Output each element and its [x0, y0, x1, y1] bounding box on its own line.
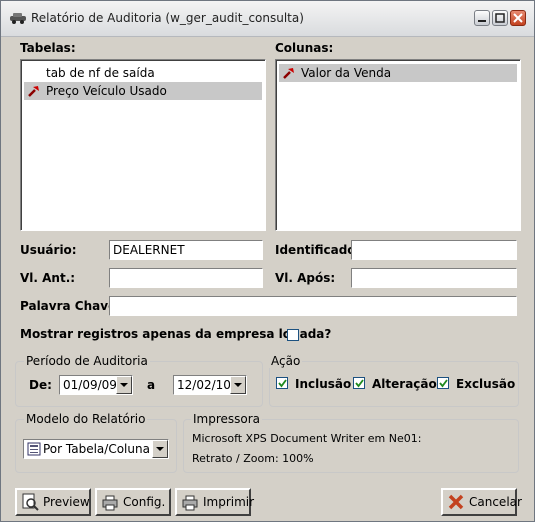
printer-config-icon [102, 495, 118, 511]
list-item[interactable]: Valor da Venda [279, 64, 517, 82]
modelo-label: Modelo do Relatório [24, 412, 148, 426]
alteracao-label: Alteração [372, 377, 437, 391]
de-dropdown-button[interactable] [116, 376, 132, 394]
identificador-field[interactable] [351, 240, 517, 260]
close-icon [513, 13, 523, 23]
modelo-value: Por Tabela/Coluna [43, 442, 150, 456]
de-label: De: [29, 378, 52, 392]
de-date-value: 01/09/09 [63, 378, 117, 392]
impressora-label: Impressora [191, 412, 263, 426]
exclusao-label: Exclusão [456, 377, 516, 391]
check-icon [355, 379, 364, 388]
inclusao-checkbox[interactable] [276, 377, 288, 389]
report-icon [27, 442, 41, 456]
preview-label: Preview [43, 495, 90, 509]
title-bar[interactable]: Relatório de Auditoria (w_ger_audit_cons… [1, 1, 534, 37]
chevron-down-icon [234, 383, 242, 387]
vl-ant-field[interactable] [109, 268, 263, 288]
cancelar-button[interactable]: Cancelar [441, 488, 522, 516]
window-title: Relatório de Auditoria (w_ger_audit_cons… [31, 11, 304, 25]
preview-icon [22, 493, 39, 511]
config-button[interactable]: Config. [95, 488, 171, 516]
usuario-field[interactable]: DEALERNET [109, 240, 263, 260]
list-item-label: tab de nf de saída [46, 66, 155, 80]
list-item-label: Valor da Venda [301, 66, 392, 80]
printer-icon [182, 495, 198, 511]
minimize-icon [478, 20, 486, 22]
a-label: a [147, 378, 156, 392]
config-label: Config. [123, 495, 166, 509]
minimize-button[interactable] [474, 10, 490, 26]
alteracao-checkbox[interactable] [353, 377, 365, 389]
imprimir-button[interactable]: Imprimir [175, 488, 255, 516]
hammer-icon [283, 68, 294, 79]
colunas-label: Colunas: [275, 41, 334, 55]
check-icon [278, 379, 287, 388]
check-icon [439, 379, 448, 388]
exclusao-checkbox[interactable] [437, 377, 449, 389]
car-icon [10, 13, 26, 24]
maximize-button[interactable] [492, 10, 508, 26]
list-item-label: Preço Veículo Usado [46, 84, 167, 98]
cancel-x-icon [448, 494, 464, 510]
maximize-icon [495, 13, 505, 23]
close-button[interactable] [510, 10, 526, 26]
a-date-value: 12/02/10 [177, 378, 231, 392]
chevron-down-icon [156, 447, 164, 451]
palavra-chave-field[interactable] [109, 296, 517, 316]
list-item[interactable]: tab de nf de saída [24, 64, 262, 82]
dialog-window: Relatório de Auditoria (w_ger_audit_cons… [0, 0, 535, 522]
imprimir-label: Imprimir [203, 495, 255, 509]
colunas-listbox[interactable]: Valor da Venda [275, 59, 521, 231]
cancelar-label: Cancelar [469, 495, 522, 509]
periodo-label: Período de Auditoria [24, 354, 150, 368]
inclusao-label: Inclusão [295, 377, 352, 391]
acao-label: Ação [269, 354, 303, 368]
hammer-icon [28, 86, 39, 97]
mostrar-checkbox[interactable] [287, 329, 299, 341]
vl-apos-label: Vl. Após: [275, 271, 336, 285]
a-dropdown-button[interactable] [230, 376, 246, 394]
mostrar-label: Mostrar registros apenas da empresa loga… [20, 327, 332, 341]
tabelas-listbox[interactable]: tab de nf de saída Preço Veículo Usado [20, 59, 266, 231]
modelo-dropdown-button[interactable] [152, 440, 168, 458]
impressora-zoom-text: Retrato / Zoom: 100% [192, 452, 314, 465]
tabelas-label: Tabelas: [20, 41, 76, 55]
a-date-picker[interactable]: 12/02/10 [173, 375, 247, 395]
modelo-select[interactable]: Por Tabela/Coluna [23, 439, 169, 459]
palavra-chave-label: Palavra Chave: [20, 299, 122, 313]
de-date-picker[interactable]: 01/09/09 [59, 375, 133, 395]
impressora-printer-text: Microsoft XPS Document Writer em Ne01: [192, 432, 422, 445]
list-item[interactable]: Preço Veículo Usado [24, 82, 262, 100]
chevron-down-icon [120, 383, 128, 387]
vl-apos-field[interactable] [351, 268, 517, 288]
vl-ant-label: Vl. Ant.: [20, 271, 76, 285]
usuario-label: Usuário: [20, 243, 77, 257]
dialog-body: Tabelas: tab de nf de saída Preço Veícul… [1, 37, 534, 521]
preview-button[interactable]: Preview [15, 488, 91, 516]
